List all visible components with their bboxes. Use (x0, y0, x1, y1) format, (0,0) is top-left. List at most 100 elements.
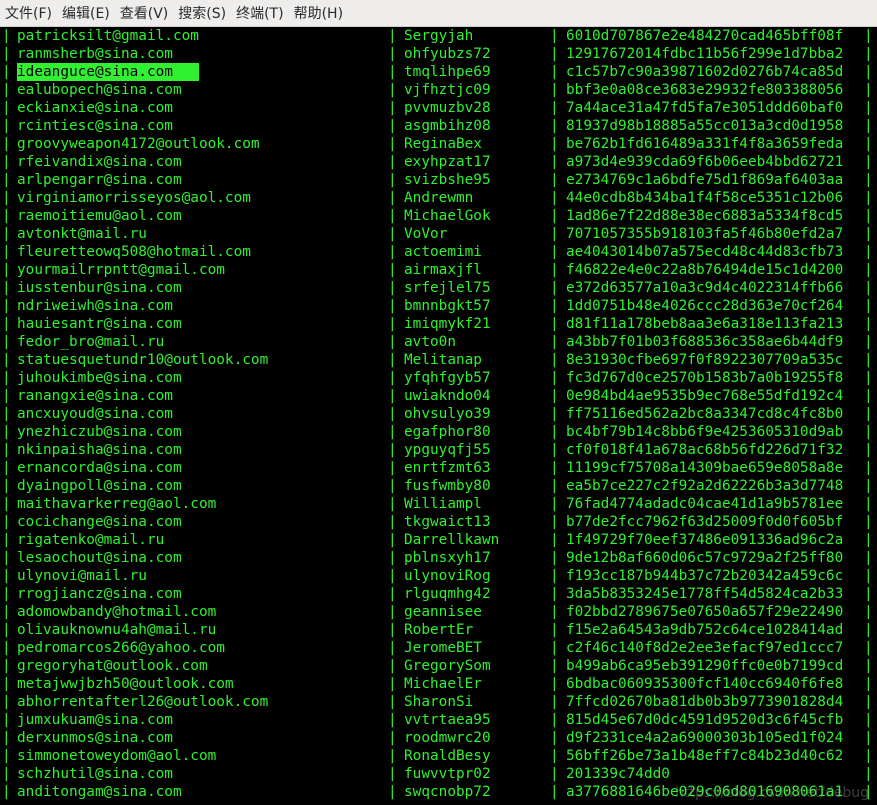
column-separator: | (388, 478, 397, 494)
column-separator: | (2, 352, 11, 368)
column-separator: | (550, 28, 559, 44)
column-separator: | (864, 334, 873, 350)
username-cell: RonaldBesy (404, 748, 491, 764)
menu-item-5[interactable]: 帮助(H) (289, 3, 348, 23)
terminal-line: | ndriweiwh@sina.com | bmnnbgkt57 | 1dd0751b4… (0, 297, 877, 315)
column-separator: | (864, 64, 873, 80)
column-separator: | (2, 586, 11, 602)
username-cell: vjfhztjc09 (404, 82, 491, 98)
column-separator: | (2, 712, 11, 728)
column-separator: | (2, 424, 11, 440)
terminal-line: | juhoukimbe@sina.com | yfqhfgyb57 | fc3d767d… (0, 369, 877, 387)
terminal-line: | dyaingpoll@sina.com | fusfwmby80 | ea5b7ce2… (0, 477, 877, 495)
terminal-line: | eckianxie@sina.com | pvvmuzbv28 | 7a44ace31… (0, 99, 877, 117)
email-cell: avtonkt@mail.ru (17, 226, 147, 242)
column-separator: | (388, 406, 397, 422)
username-cell: Sergyjah (404, 28, 474, 44)
username-cell: ulynoviRog (404, 568, 491, 584)
email-cell: olivauknownu4ah@mail.ru (17, 622, 217, 638)
column-separator: | (550, 262, 559, 278)
column-separator: | (864, 694, 873, 710)
column-separator: | (550, 298, 559, 314)
username-cell: bmnnbgkt57 (404, 298, 491, 314)
email-cell: ancxuyoud@sina.com (17, 406, 173, 422)
column-separator: | (550, 712, 559, 728)
hash-cell: bc4bf79b14c8bb6f9e4253605310d9ab (566, 424, 844, 440)
hash-cell: 56bff26be73a1b48eff7c84b23d40c62 (566, 748, 844, 764)
menu-item-0[interactable]: 文件(F) (0, 3, 57, 23)
email-cell: dyaingpoll@sina.com (17, 478, 182, 494)
column-separator: | (864, 118, 873, 134)
column-separator: | (864, 46, 873, 62)
column-separator: | (550, 730, 559, 746)
column-separator: | (2, 154, 11, 170)
terminal-line: | patricksilt@gmail.com | Sergyjah | 6010d707… (0, 27, 877, 45)
column-separator: | (388, 550, 397, 566)
column-separator: | (2, 244, 11, 260)
hash-cell: e372d63577a10a3c9d4c4022314ffb66 (566, 280, 844, 296)
email-cell: arlpengarr@sina.com (17, 172, 182, 188)
column-separator: | (388, 586, 397, 602)
column-separator: | (388, 694, 397, 710)
column-separator: | (2, 118, 11, 134)
username-cell: ohfyubzs72 (404, 46, 491, 62)
hash-cell: 11199cf75708a14309bae659e8058a8e (566, 460, 844, 476)
email-cell: patricksilt@gmail.com (17, 28, 199, 44)
hash-cell: fc3d767d0ce2570b1583b7a0b19255f8 (566, 370, 844, 386)
username-cell: vvtrtaea95 (404, 712, 491, 728)
username-cell: GregorySom (404, 658, 491, 674)
column-separator: | (550, 622, 559, 638)
column-separator: | (2, 694, 11, 710)
column-separator: | (388, 730, 397, 746)
username-cell: svizbshe95 (404, 172, 491, 188)
hash-cell: cf0f018f41a678ac68b56fd226d71f32 (566, 442, 844, 458)
menu-item-1[interactable]: 编辑(E) (57, 3, 115, 23)
column-separator: | (864, 442, 873, 458)
terminal-line: | nkinpaisha@sina.com | ypguyqfj55 | cf0f018f… (0, 441, 877, 459)
column-separator: | (388, 784, 397, 800)
column-separator: | (864, 28, 873, 44)
column-separator: | (388, 352, 397, 368)
column-separator: | (550, 190, 559, 206)
column-separator: | (864, 388, 873, 404)
column-separator: | (864, 244, 873, 260)
column-separator: | (2, 208, 11, 224)
terminal-output[interactable]: | patricksilt@gmail.com | Sergyjah | 6010d707… (0, 27, 877, 805)
email-cell: cocichange@sina.com (17, 514, 182, 530)
column-separator: | (864, 586, 873, 602)
email-cell: yourmailrrpntt@gmail.com (17, 262, 225, 278)
menu-item-3[interactable]: 搜索(S) (173, 3, 231, 23)
hash-cell: d81f11a178beb8aa3e6a318e113fa213 (566, 316, 844, 332)
username-cell: ypguyqfj55 (404, 442, 491, 458)
column-separator: | (550, 694, 559, 710)
hash-cell: e2734769c1a6bdfe75d1f869af6403aa (566, 172, 844, 188)
hash-cell: c2f46c140f8d2e2ee3efacf97ed1ccc7 (566, 640, 844, 656)
email-cell: fedor_bro@mail.ru (17, 334, 165, 350)
terminal-line: | simmonetoweydom@aol.com | RonaldBesy | 56bf… (0, 747, 877, 765)
column-separator: | (550, 676, 559, 692)
username-cell: MichaelGok (404, 208, 491, 224)
hash-cell: a43bb7f01b03f688536c358ae6b44df9 (566, 334, 844, 350)
hash-cell: 1ad86e7f22d88e38ec6883a5334f8cd5 (566, 208, 844, 224)
column-separator: | (388, 64, 397, 80)
column-separator: | (550, 64, 559, 80)
terminal-line: | yourmailrrpntt@gmail.com | airmaxjfl | f468… (0, 261, 877, 279)
column-separator: | (2, 46, 11, 62)
email-cell: ernancorda@sina.com (17, 460, 182, 476)
column-separator: | (864, 352, 873, 368)
menu-item-2[interactable]: 查看(V) (115, 3, 174, 23)
menu-item-4[interactable]: 终端(T) (231, 3, 288, 23)
terminal-line: | lesaochout@sina.com | pblnsxyh17 | 9de12b8a… (0, 549, 877, 567)
column-separator: | (2, 82, 11, 98)
terminal-line: | abhorrentafterl26@outlook.com | SharonSi |… (0, 693, 877, 711)
column-separator: | (550, 766, 559, 782)
terminal-line: | schzhutil@sina.com | fuwvvtpr02 | 201339c74… (0, 765, 877, 783)
username-cell: uwiakndo04 (404, 388, 491, 404)
column-separator: | (550, 568, 559, 584)
terminal-line: | ernancorda@sina.com | enrtfzmt63 | 11199cf7… (0, 459, 877, 477)
email-cell: abhorrentafterl26@outlook.com (17, 694, 269, 710)
column-separator: | (388, 226, 397, 242)
terminal-line: | rigatenko@mail.ru | Darrellkawn | 1f49729f7… (0, 531, 877, 549)
column-separator: | (864, 676, 873, 692)
email-cell: statuesquetundr10@outlook.com (17, 352, 269, 368)
